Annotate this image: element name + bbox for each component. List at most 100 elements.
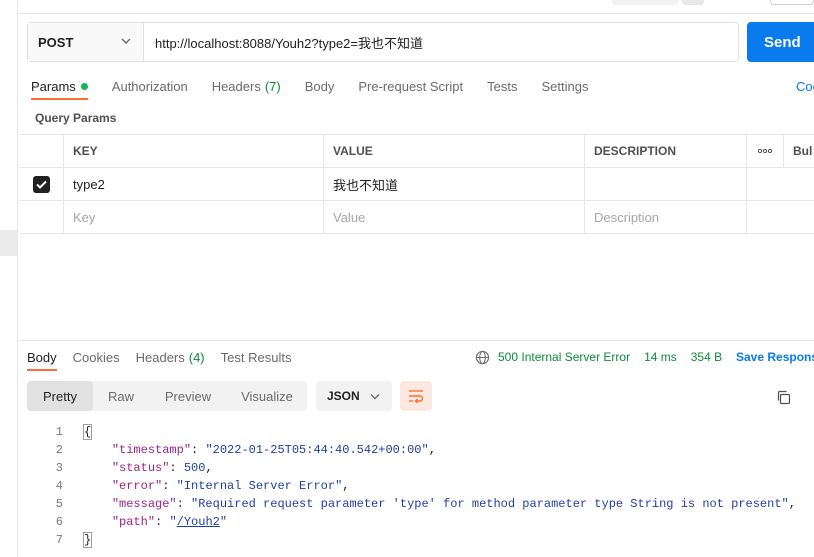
wrap-lines-button[interactable] [400, 381, 432, 411]
code-line-text: "error": "Internal Server Error", [111, 479, 350, 493]
param-checkbox[interactable] [32, 175, 50, 193]
code-line: 3 "status": 500, [19, 459, 814, 477]
save-response-button[interactable]: Save Respons [736, 343, 814, 371]
cookies-link[interactable]: Coo [796, 72, 814, 100]
view-tab-preview[interactable]: Preview [149, 381, 227, 411]
tab-headers[interactable]: Headers (7) [212, 72, 281, 100]
status-code[interactable]: 500 Internal Server Error [498, 350, 630, 364]
json-key: "error" [111, 479, 163, 493]
view-tab-visualize[interactable]: Visualize [227, 381, 307, 411]
url-input[interactable] [144, 23, 738, 61]
param-value: 我也不知道 [333, 177, 399, 193]
response-divider [19, 340, 814, 341]
line-number: 3 [55, 461, 63, 475]
tab-authorization-label: Authorization [111, 78, 188, 94]
more-horizontal-icon [758, 149, 772, 153]
code-line-text: } [83, 532, 93, 548]
query-params-title: Query Params [35, 111, 117, 125]
view-tab-raw[interactable]: Raw [93, 381, 149, 411]
send-button[interactable]: Send [747, 22, 814, 62]
param-value-cell[interactable]: 我也不知道 [324, 168, 585, 200]
top-toolbar-button[interactable] [612, 0, 678, 5]
chevron-down-icon [370, 394, 380, 400]
method-select[interactable]: POST [28, 23, 144, 61]
code-line: 4 "error": "Internal Server Error", [19, 477, 814, 495]
view-tab-pretty[interactable]: Pretty [27, 381, 93, 411]
response-time[interactable]: 14 ms [644, 350, 677, 364]
json-key: "timestamp" [111, 443, 192, 457]
code-line-text: "path": "/Youh2" [111, 515, 228, 529]
top-toolbar-button[interactable] [770, 0, 814, 5]
row-checkbox-cell [19, 168, 64, 200]
code-line: 1 { [19, 423, 814, 441]
code-line-text: { [83, 424, 93, 440]
tab-tests[interactable]: Tests [487, 72, 517, 100]
param-description-cell[interactable] [585, 168, 747, 200]
format-select[interactable]: JSON [316, 381, 392, 411]
tab-pre-request-script[interactable]: Pre-request Script [358, 72, 463, 100]
code-line-text: "message": "Required request parameter '… [111, 497, 796, 511]
response-tab-body-label: Body [27, 349, 57, 365]
copy-icon [777, 390, 790, 404]
code-line-text: "status": 500, [111, 461, 213, 475]
response-tab-body[interactable]: Body [27, 343, 57, 371]
tab-settings[interactable]: Settings [541, 72, 588, 100]
param-key-cell[interactable]: type2 [64, 168, 324, 200]
response-view-tabs: Pretty Raw Preview Visualize [27, 381, 307, 411]
top-toolbar-button[interactable] [682, 0, 704, 5]
response-tab-cookies[interactable]: Cookies [73, 343, 120, 371]
header-description: DESCRIPTION [585, 135, 747, 167]
wrap-lines-icon [409, 390, 424, 403]
tab-settings-label: Settings [541, 78, 589, 94]
response-status-area: 500 Internal Server Error 14 ms 354 B [475, 343, 736, 371]
bulk-edit-link[interactable]: Bul [784, 135, 814, 167]
json-key: "path" [111, 515, 156, 529]
json-value-prefix: " [169, 515, 177, 529]
left-gutter-selection [0, 230, 18, 256]
response-tab-test-results-label: Test Results [220, 349, 292, 365]
more-options-button[interactable] [747, 135, 784, 167]
response-body-code[interactable]: 1 { 2 "timestamp": "2022-01-25T05:44:40.… [19, 423, 814, 549]
response-size[interactable]: 354 B [691, 350, 722, 364]
tab-headers-count: (7) [264, 78, 281, 94]
tab-params-label: Params [31, 78, 76, 94]
description-placeholder[interactable]: Description [585, 201, 747, 233]
response-tab-headers-label: Headers [135, 349, 185, 365]
tab-params[interactable]: Params [31, 72, 88, 100]
check-icon [35, 180, 47, 189]
response-tab-test-results[interactable]: Test Results [221, 343, 292, 371]
json-value: "Internal Server Error" [176, 479, 343, 493]
table-row-empty: Key Value Description [19, 201, 814, 234]
code-line: 5 "message": "Required request parameter… [19, 495, 814, 513]
response-tab-headers[interactable]: Headers (4) [136, 343, 205, 371]
top-divider [18, 13, 814, 14]
tab-body[interactable]: Body [305, 72, 335, 100]
param-key: type2 [73, 176, 105, 192]
left-gutter [0, 0, 18, 557]
header-value: VALUE [324, 135, 585, 167]
response-tab-cookies-label: Cookies [72, 349, 120, 365]
json-value-link[interactable]: /Youh2 [177, 515, 220, 529]
value-placeholder[interactable]: Value [324, 201, 585, 233]
code-line: 2 "timestamp": "2022-01-25T05:44:40.542+… [19, 441, 814, 459]
response-tab-headers-count: (4) [188, 349, 205, 365]
table-row: type2 我也不知道 [19, 168, 814, 201]
tab-authorization[interactable]: Authorization [112, 72, 188, 100]
params-active-dot [80, 82, 88, 90]
line-number: 6 [55, 515, 63, 529]
key-placeholder[interactable]: Key [64, 201, 324, 233]
line-number: 2 [55, 443, 63, 457]
globe-icon[interactable] [475, 350, 490, 365]
close-brace: } [83, 532, 93, 548]
json-key: "message" [111, 497, 177, 511]
copy-button[interactable] [774, 388, 792, 406]
table-header-row: KEY VALUE DESCRIPTION Bul [19, 135, 814, 168]
tab-tests-label: Tests [487, 78, 518, 94]
format-label: JSON [327, 389, 360, 403]
tab-headers-label: Headers [211, 78, 261, 94]
open-brace: { [83, 424, 93, 440]
line-number: 7 [55, 533, 63, 547]
line-number: 4 [55, 479, 63, 493]
line-number: 5 [55, 497, 63, 511]
request-url-bar: POST [27, 22, 739, 62]
